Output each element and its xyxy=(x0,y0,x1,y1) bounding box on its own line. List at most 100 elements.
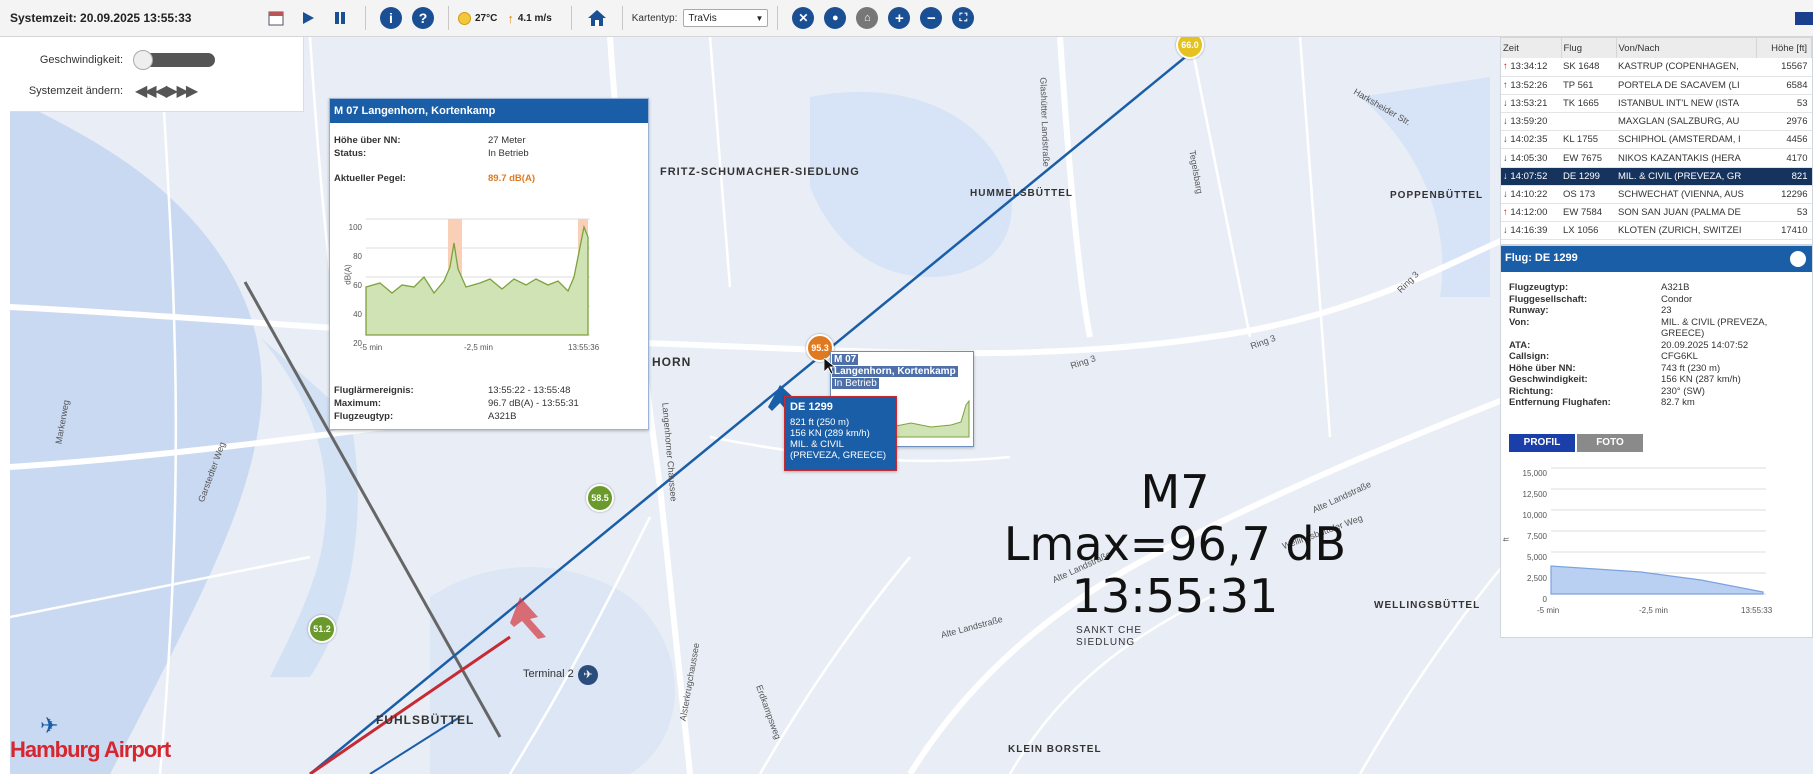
row-flight: KL 1755 xyxy=(1561,130,1616,150)
home-icon[interactable] xyxy=(585,6,609,30)
row-route: SCHWECHAT (VIENNA, AUS xyxy=(1616,185,1756,205)
column-header[interactable]: Höhe [ft] xyxy=(1756,38,1812,58)
overlay-lmax: Lmax=96,7 dB xyxy=(1003,517,1347,571)
plane-icon[interactable]: ✈ xyxy=(578,665,598,685)
tab-photo[interactable]: FOTO xyxy=(1577,434,1643,452)
chart-x-tick: -2,5 min xyxy=(464,343,493,352)
detail-value: 230° (SW) xyxy=(1661,385,1705,397)
home-circle-icon[interactable]: ⌂ xyxy=(855,6,879,30)
row-time: 14:05:30 xyxy=(1510,152,1548,164)
row-altitude: 53 xyxy=(1756,203,1812,223)
flight-detail-title: Flug: DE 1299 xyxy=(1501,246,1812,272)
district-label: HORN xyxy=(652,355,692,369)
table-row[interactable]: ↓ 14:10:22 OS 173 SCHWECHAT (VIENNA, AUS 12… xyxy=(1501,185,1812,205)
flight-tooltip[interactable]: DE 1299 821 ft (250 m) 156 KN (289 km/h)… xyxy=(784,396,897,471)
time-step-buttons[interactable]: ◀◀ ◀ ▶ ▶▶ xyxy=(135,81,198,101)
noise-station-pin[interactable]: 51.2 xyxy=(308,615,336,643)
zoom-out-icon[interactable]: − xyxy=(919,6,943,30)
detail-value: CFG6KL xyxy=(1661,351,1698,362)
table-row[interactable]: ↑ 13:52:26 TP 561 PORTELA DE SACAVEM (LI 65… xyxy=(1501,76,1812,95)
column-header[interactable]: Zeit xyxy=(1501,38,1562,58)
time-change-label: Systemzeit ändern: xyxy=(28,85,123,97)
column-header[interactable]: Von/Nach xyxy=(1616,38,1757,58)
pin-label: 58.5 xyxy=(591,493,609,503)
map-type-select[interactable]: TraVis ▼ xyxy=(683,9,769,27)
column-header[interactable]: Flug xyxy=(1561,38,1617,58)
detail-key: ATA: xyxy=(1509,339,1531,351)
detail-row: Flugzeugtyp: A321B xyxy=(1509,282,1809,294)
temperature-value: 27°C xyxy=(475,12,498,24)
height-label: Höhe über NN: xyxy=(334,135,401,146)
overlay-station: M7 xyxy=(1140,465,1210,519)
tab-profile[interactable]: PROFIL xyxy=(1509,434,1575,452)
terminal-label[interactable]: Terminal 2 xyxy=(523,668,574,680)
noise-chart xyxy=(365,218,590,336)
level-value: 89.7 dB(A) xyxy=(488,173,535,184)
info-icon[interactable]: i xyxy=(379,6,403,30)
table-row[interactable]: ↑ 14:12:00 EW 7584 SON SAN JUAN (PALMA DE 5… xyxy=(1501,203,1812,223)
table-row[interactable]: ↑ 13:34:12 SK 1648 KASTRUP (COPENHAGEN, 155… xyxy=(1501,58,1812,77)
detail-key: Von: xyxy=(1509,316,1530,328)
help-icon[interactable]: ? xyxy=(411,6,435,30)
calendar-icon[interactable] xyxy=(264,6,288,30)
detail-key: Callsign: xyxy=(1509,351,1550,362)
slider-handle[interactable] xyxy=(133,50,153,70)
speed-slider[interactable] xyxy=(133,50,215,70)
flight-detail-title-text: Flug: DE 1299 xyxy=(1505,252,1578,264)
noise-station-pin[interactable]: 58.5 xyxy=(586,484,614,512)
district-label: FUHLSBÜTTEL xyxy=(376,713,475,727)
detail-value: 743 ft (230 m) xyxy=(1661,362,1721,374)
max-value: 96.7 dB(A) - 13:55:31 xyxy=(488,398,579,409)
detail-key xyxy=(1509,328,1661,340)
chart-y-ticks: 100 80 60 40 20 xyxy=(348,223,362,348)
flight-tooltip-title: DE 1299 xyxy=(790,401,833,413)
row-time-cell: ↓ 13:53:21 xyxy=(1501,94,1561,114)
logo-plane-icon: ✈ xyxy=(40,713,59,738)
share-icon[interactable] xyxy=(1790,251,1806,267)
row-flight: EW 7584 xyxy=(1561,203,1616,223)
altitude-y-ticks: 15,000 12,500 10,000 7,500 5,000 2,500 0 xyxy=(1522,469,1547,604)
flight-detail-panel: Flug: DE 1299 Flugzeugtyp: A321B Fluggesel… xyxy=(1500,245,1813,638)
district-label: SANKT CHE xyxy=(1076,625,1143,636)
row-altitude: 6584 xyxy=(1756,76,1812,95)
language-flag-icon[interactable] xyxy=(1795,12,1813,25)
flight-list: Zeit Flug Von/Nach Höhe [ft] ↑ 13:34:12 S… xyxy=(1500,37,1813,245)
detail-row: Geschwindigkeit: 156 KN (287 km/h) xyxy=(1509,374,1809,386)
mouse-cursor-icon xyxy=(823,357,837,375)
noise-overlay: M7 Lmax=96,7 dB 13:55:31 xyxy=(980,466,1370,622)
location-pin-icon[interactable]: ● xyxy=(823,6,847,30)
table-row[interactable]: ↓ 14:05:30 EW 7675 NIKOS KAZANTAKIS (HERA 4… xyxy=(1501,148,1812,168)
tools-icon[interactable]: ✕ xyxy=(791,6,815,30)
chevron-down-icon: ▼ xyxy=(755,13,764,23)
pause-icon[interactable] xyxy=(328,6,352,30)
table-header-row: Zeit Flug Von/Nach Höhe [ft] xyxy=(1501,38,1812,58)
detail-row: Richtung: 230° (SW) xyxy=(1509,386,1809,398)
status-value: In Betrieb xyxy=(488,148,529,159)
system-time: Systemzeit: 20.09.2025 13:55:33 xyxy=(10,11,192,25)
row-time: 14:10:22 xyxy=(1510,188,1548,200)
table-row[interactable]: ↓ 14:02:35 KL 1755 SCHIPHOL (AMSTERDAM, I4… xyxy=(1501,130,1812,150)
fullscreen-icon[interactable]: ⛶ xyxy=(951,6,975,30)
table-row[interactable]: ↓ 14:16:39 LX 1056 KLOTEN (ZURICH, SWITZEI… xyxy=(1501,221,1812,241)
play-icon[interactable] xyxy=(296,6,320,30)
row-time-cell: ↓ 14:10:22 xyxy=(1501,185,1561,205)
detail-key: Runway: xyxy=(1509,305,1549,316)
table-row[interactable]: ↓ 13:59:20 MAXGLAN (SALZBURG, AU 2976 xyxy=(1501,112,1812,132)
chart-x-tick: -5 min xyxy=(360,343,383,352)
toolbar-divider xyxy=(365,6,366,30)
detail-value: 20.09.2025 14:07:52 xyxy=(1661,339,1749,351)
map-type-value: TraVis xyxy=(688,12,717,24)
altitude-x-tick: -5 min xyxy=(1537,606,1560,615)
row-route: KASTRUP (COPENHAGEN, xyxy=(1616,58,1756,77)
detail-key: Flugzeugtyp: xyxy=(1509,282,1569,293)
detail-row: Callsign: CFG6KL xyxy=(1509,351,1809,363)
row-time-cell: ↑ 13:34:12 xyxy=(1501,58,1561,77)
height-value: 27 Meter xyxy=(488,135,526,146)
wind-arrow-icon: ↑ xyxy=(507,10,514,26)
table-row[interactable]: ↓ 14:07:52 DE 1299 MIL. & CIVIL (PREVEZA, … xyxy=(1501,167,1812,186)
level-label: Aktueller Pegel: xyxy=(334,173,406,184)
zoom-in-icon[interactable]: + xyxy=(887,6,911,30)
row-flight: TK 1665 xyxy=(1561,94,1616,114)
table-row[interactable]: ↓ 13:53:21 TK 1665 ISTANBUL INT'L NEW (IST… xyxy=(1501,94,1812,114)
district-label: POPPENBÜTTEL xyxy=(1390,190,1484,201)
